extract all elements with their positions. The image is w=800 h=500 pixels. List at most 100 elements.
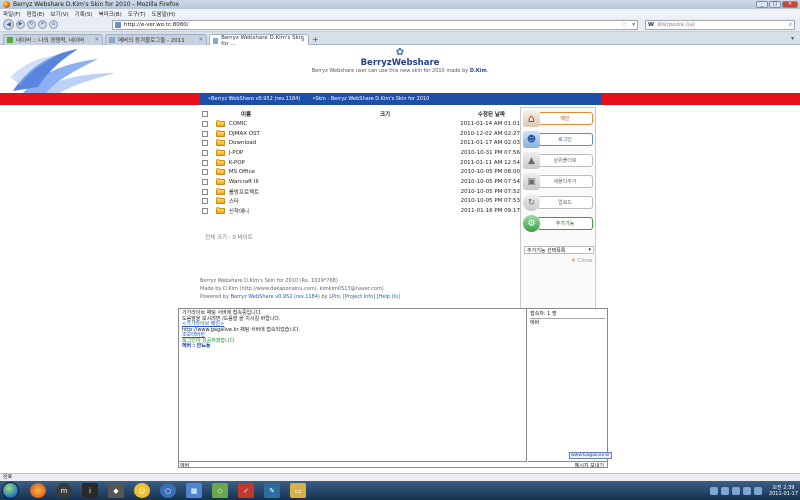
menu-help[interactable]: 도움말(H) bbox=[152, 10, 176, 18]
file-row[interactable]: 신작애니 2011-01-16 PM 09:17 bbox=[200, 206, 520, 216]
chat-input[interactable]: 에버 bbox=[179, 461, 527, 469]
file-name[interactable]: K-POP bbox=[229, 160, 407, 166]
tools-taskbar-icon[interactable]: ◇ bbox=[212, 483, 228, 498]
media-player-taskbar-icon[interactable]: m bbox=[56, 483, 72, 498]
close-button[interactable]: ✕ Close bbox=[571, 258, 592, 264]
file-name[interactable]: 스타 bbox=[229, 197, 407, 205]
tray-icon[interactable] bbox=[709, 486, 718, 495]
reload-button[interactable]: ↻ bbox=[27, 20, 36, 29]
clock[interactable]: 오전 2:39 2011-01-17 bbox=[769, 485, 798, 497]
minimize-button[interactable]: _ bbox=[756, 1, 768, 8]
editor-taskbar-icon[interactable]: ✎ bbox=[264, 483, 280, 498]
window-taskbar-icon[interactable]: ▦ bbox=[186, 483, 202, 498]
tab-close-icon[interactable]: ✕ bbox=[300, 38, 305, 44]
row-checkbox[interactable] bbox=[202, 178, 208, 185]
row-checkbox[interactable] bbox=[202, 198, 208, 205]
file-row[interactable]: 스타 2010-10-05 PM 07:53 bbox=[200, 197, 520, 207]
menu-bookmarks[interactable]: 북마크(B) bbox=[99, 10, 122, 18]
url-text: http://e-ver.wo.tc:8080/ bbox=[124, 22, 189, 28]
firefox-taskbar-icon[interactable] bbox=[30, 483, 46, 498]
new-folder-button[interactable]: 새폴더추가 ▣ bbox=[523, 173, 593, 190]
folder-taskbar-icon[interactable]: ▭ bbox=[290, 483, 306, 498]
back-button[interactable]: ◀ bbox=[3, 19, 14, 30]
file-name[interactable]: Warcraft III bbox=[229, 179, 407, 185]
tab-naver[interactable]: 네이버 :: 나의 경쟁력, 네이버 ✕ bbox=[3, 34, 103, 45]
row-checkbox[interactable] bbox=[202, 159, 208, 166]
file-name[interactable]: J-POP bbox=[229, 150, 407, 156]
forward-button[interactable]: ▶ bbox=[16, 20, 25, 29]
bookmark-star-icon[interactable]: ☆ bbox=[622, 22, 627, 28]
search-icon[interactable]: ⌕ bbox=[789, 22, 792, 29]
column-date[interactable]: 수정된 날짜 bbox=[430, 110, 505, 118]
tab-blog[interactable]: 메버의 장겨블로그들 - 2011 ✕ bbox=[105, 34, 207, 45]
tray-icon[interactable] bbox=[742, 486, 751, 495]
help-us-link[interactable]: [Help Us] bbox=[377, 294, 400, 300]
file-row[interactable]: Download 2011-01-17 AM 02:03 bbox=[200, 138, 520, 148]
file-row[interactable]: K-POP 2011-01-11 AM 12:54 bbox=[200, 158, 520, 168]
home-button[interactable]: 메인 ⌂ bbox=[523, 110, 593, 127]
gagalive-link[interactable]: www.GagaLive.kr bbox=[569, 452, 612, 459]
file-row[interactable]: 롤방프로젝트 2010-10-05 PM 07:52 bbox=[200, 187, 520, 197]
menu-edit[interactable]: 편집(E) bbox=[27, 10, 45, 18]
upload-button[interactable]: 업로드 ↻ bbox=[523, 194, 593, 211]
login-button[interactable]: 로그인 ☻ bbox=[523, 131, 593, 148]
tab-close-icon[interactable]: ✕ bbox=[198, 37, 203, 43]
close-window-button[interactable]: ✕ bbox=[782, 1, 798, 8]
column-name[interactable]: 이름 bbox=[216, 110, 380, 118]
home-button[interactable]: ⌂ bbox=[49, 20, 58, 29]
file-name[interactable]: 신작애니 bbox=[229, 207, 407, 215]
row-checkbox[interactable] bbox=[202, 188, 208, 195]
send-message-button[interactable]: 메시지 보내기 bbox=[528, 461, 607, 469]
url-bar[interactable]: http://e-ver.wo.tc:8080/ ☆ ▾ bbox=[112, 20, 638, 30]
new-folder-icon: ▣ bbox=[523, 173, 540, 190]
file-name[interactable]: Download bbox=[229, 140, 407, 146]
add-function-select[interactable]: 추가기능 선택목록 ▾ bbox=[524, 246, 594, 254]
search-bar[interactable]: W Wikipedia (ja) ⌕ bbox=[645, 20, 795, 30]
row-checkbox[interactable] bbox=[202, 208, 208, 215]
maximize-button[interactable]: □ bbox=[769, 1, 781, 8]
file-row[interactable]: J-POP 2010-10-31 PM 07:56 bbox=[200, 148, 520, 158]
file-row[interactable]: MS Office 2010-10-05 PM 08:00 bbox=[200, 167, 520, 177]
tab-list-icon[interactable]: ▾ bbox=[791, 35, 794, 42]
project-info-link[interactable]: LPro. [Project.Info] bbox=[329, 294, 375, 300]
parent-folder-button[interactable]: 상위폴더로 ▲ bbox=[523, 152, 593, 169]
url-dropdown-icon[interactable]: ▾ bbox=[632, 22, 635, 28]
tray-icon[interactable] bbox=[731, 486, 740, 495]
app-taskbar-icon[interactable]: ◆ bbox=[108, 483, 124, 498]
file-row[interactable]: DJMAX OST 2010-12-02 AM 02:27 bbox=[200, 129, 520, 139]
stop-button[interactable]: ✕ bbox=[38, 20, 47, 29]
row-checkbox[interactable] bbox=[202, 130, 208, 137]
new-tab-button[interactable]: + bbox=[312, 35, 319, 44]
row-checkbox[interactable] bbox=[202, 140, 208, 147]
chat-user[interactable]: 에버 bbox=[530, 319, 605, 326]
select-all-checkbox[interactable] bbox=[202, 111, 208, 117]
file-name[interactable]: MS Office bbox=[229, 169, 407, 175]
add-function-button[interactable]: 추가기능 ⚙ bbox=[523, 215, 593, 232]
menu-history[interactable]: 기록(S) bbox=[75, 10, 93, 18]
file-name[interactable]: DJMAX OST bbox=[229, 131, 407, 137]
version-link[interactable]: Berryz WebShare v0.952 (rev.1184) bbox=[231, 294, 320, 300]
menu-tools[interactable]: 도구(T) bbox=[128, 10, 146, 18]
messenger-taskbar-icon[interactable]: ☺ bbox=[134, 483, 150, 498]
check-taskbar-icon[interactable]: ✓ bbox=[238, 483, 254, 498]
file-row[interactable]: Warcraft III 2010-10-05 PM 07:54 bbox=[200, 177, 520, 187]
irc-taskbar-icon[interactable]: i bbox=[82, 483, 98, 498]
tab-close-icon[interactable]: ✕ bbox=[94, 37, 99, 43]
menu-file[interactable]: 파일(F) bbox=[3, 10, 21, 18]
wikipedia-icon[interactable]: W bbox=[648, 22, 654, 28]
column-size[interactable]: 크기 bbox=[380, 110, 430, 118]
file-row[interactable]: COMIC 2011-01-14 AM 01:01 bbox=[200, 119, 520, 129]
row-checkbox[interactable] bbox=[202, 149, 208, 156]
clock-date: 2011-01-17 bbox=[768, 490, 798, 497]
row-checkbox[interactable] bbox=[202, 120, 208, 127]
tray-icon[interactable] bbox=[753, 486, 762, 495]
row-checkbox[interactable] bbox=[202, 169, 208, 176]
menu-view[interactable]: 보기(V) bbox=[50, 10, 68, 18]
file-name[interactable]: COMIC bbox=[229, 121, 407, 127]
browser-taskbar-icon[interactable]: ○ bbox=[160, 483, 176, 498]
file-name[interactable]: 롤방프로젝트 bbox=[229, 188, 407, 196]
tray-icon[interactable] bbox=[720, 486, 729, 495]
start-button[interactable] bbox=[2, 482, 19, 499]
tab-label: 메버의 장겨블로그들 - 2011 bbox=[118, 38, 185, 44]
chevron-down-icon: ▾ bbox=[588, 247, 591, 253]
